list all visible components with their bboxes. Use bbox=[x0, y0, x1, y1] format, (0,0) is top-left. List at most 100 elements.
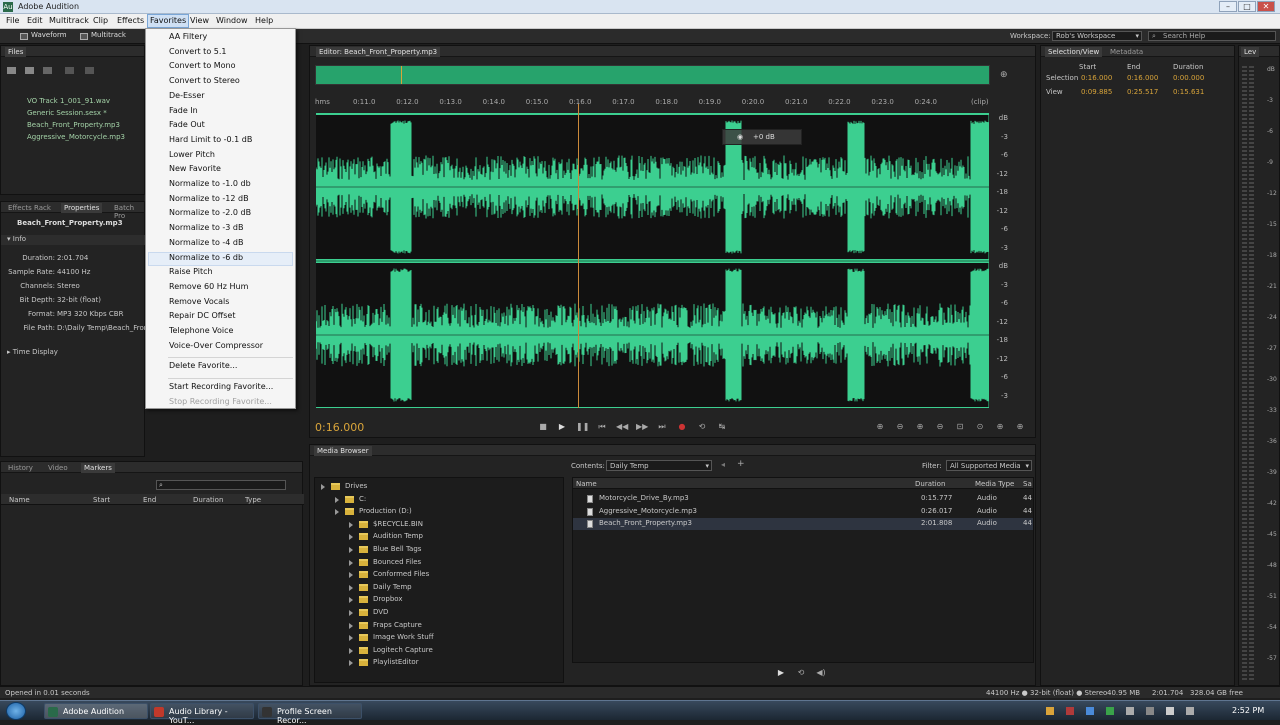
fast-forward-icon[interactable]: ▶▶ bbox=[636, 422, 648, 432]
expand-triangle-icon[interactable] bbox=[349, 572, 353, 579]
tab-media-browser[interactable]: Media Browser bbox=[314, 446, 372, 456]
expand-triangle-icon[interactable] bbox=[335, 509, 339, 516]
tab-files[interactable]: Files bbox=[5, 47, 27, 57]
expand-triangle-icon[interactable] bbox=[349, 521, 353, 528]
col-name[interactable]: Name bbox=[9, 496, 30, 504]
expand-triangle-icon[interactable] bbox=[349, 647, 353, 654]
menu-item-voice-over-compressor[interactable]: Voice-Over Compressor bbox=[169, 341, 263, 350]
tray-app-icon[interactable] bbox=[1066, 707, 1074, 715]
loop-icon[interactable]: ⟲ bbox=[696, 422, 708, 432]
tab-editor[interactable]: Editor: Beach_Front_Property.mp3 bbox=[316, 47, 441, 57]
menu-item-normalize-to-3-db[interactable]: Normalize to -3 dB bbox=[169, 223, 244, 232]
time-display-section[interactable]: ▸ Time Display bbox=[7, 348, 58, 356]
contents-dropdown[interactable]: Daily Temp ▾ bbox=[606, 460, 712, 471]
view-duration[interactable]: 0:15.631 bbox=[1173, 88, 1204, 96]
expand-triangle-icon[interactable] bbox=[349, 597, 353, 604]
selection-duration[interactable]: 0:00.000 bbox=[1173, 74, 1204, 82]
loop-icon[interactable]: ⟲ bbox=[795, 668, 807, 678]
folder-tree-item[interactable]: C: bbox=[359, 495, 366, 503]
skip-forward-icon[interactable]: ⏭ bbox=[656, 422, 668, 432]
menu-edit[interactable]: Edit bbox=[25, 16, 45, 25]
tab-levels[interactable]: Lev bbox=[1241, 47, 1260, 57]
menu-item-convert-to-stereo[interactable]: Convert to Stereo bbox=[169, 76, 240, 85]
zoom-in-amplitude-icon[interactable]: ⊕ bbox=[874, 422, 886, 432]
menu-favorites[interactable]: Favorites bbox=[147, 14, 190, 28]
zoom-out-amplitude-icon[interactable]: ⊖ bbox=[894, 422, 906, 432]
add-shortcut-icon[interactable]: + bbox=[737, 459, 745, 469]
folder-tree-item[interactable]: DVD bbox=[373, 608, 388, 616]
menu-item-delete-favorite[interactable]: Delete Favorite... bbox=[169, 361, 237, 370]
folder-tree-item[interactable]: $RECYCLE.BIN bbox=[373, 520, 423, 528]
menu-item-repair-dc-offset[interactable]: Repair DC Offset bbox=[169, 311, 235, 320]
menu-item-normalize-to-1-0-db[interactable]: Normalize to -1.0 db bbox=[169, 179, 251, 188]
menu-item-normalize-to-12-db[interactable]: Normalize to -12 dB bbox=[169, 194, 249, 203]
menu-file[interactable]: File bbox=[4, 16, 21, 25]
search-help-input[interactable]: ⌕ Search Help bbox=[1148, 31, 1276, 41]
waveform-display[interactable]: ◉ +0 dB bbox=[316, 112, 989, 408]
playhead[interactable] bbox=[578, 104, 579, 408]
time-ruler[interactable]: hms 0:11.0 0:12.0 0:13.0 0:14.0 0:15.0 0:16.0 0… bbox=[313, 97, 1003, 109]
filter-dropdown[interactable]: All Supported Media ▾ bbox=[946, 460, 1032, 471]
expand-triangle-icon[interactable] bbox=[349, 559, 353, 566]
expand-triangle-icon[interactable] bbox=[349, 534, 353, 541]
expand-triangle-icon[interactable] bbox=[349, 610, 353, 616]
multitrack-button[interactable]: Multitrack bbox=[78, 31, 126, 42]
menu-item-normalize-to-6-db[interactable]: Normalize to -6 db bbox=[169, 253, 243, 262]
media-file-row[interactable]: Beach_Front_Property.mp3 2:01.808 Audio 44 bbox=[573, 518, 1033, 531]
file-item[interactable]: VO Track 1_001_91.wav bbox=[27, 97, 110, 105]
col-name[interactable]: Name bbox=[576, 480, 597, 488]
expand-triangle-icon[interactable] bbox=[349, 547, 353, 553]
folder-tree-item[interactable]: Fraps Capture bbox=[373, 621, 422, 629]
overview-bar[interactable] bbox=[315, 65, 990, 85]
zoom-selection-icon[interactable]: ⊙ bbox=[974, 422, 986, 432]
tray-app-icon[interactable] bbox=[1126, 707, 1134, 715]
col-duration[interactable]: Duration bbox=[193, 496, 223, 504]
tab-video[interactable]: Video bbox=[45, 463, 71, 473]
minimize-button[interactable]: – bbox=[1219, 1, 1237, 12]
skip-selection-icon[interactable]: ↹ bbox=[716, 422, 728, 432]
zoom-out-time-icon[interactable]: ⊖ bbox=[934, 422, 946, 432]
media-file-row[interactable]: Aggressive_Motorcycle.mp3 0:26.017 Audio 44 bbox=[573, 506, 1033, 518]
menu-window[interactable]: Window bbox=[214, 16, 250, 25]
col-type[interactable]: Type bbox=[245, 496, 261, 504]
menu-item-fade-in[interactable]: Fade In bbox=[169, 106, 198, 115]
new-file-icon[interactable] bbox=[43, 67, 52, 74]
zoom-in-time-icon[interactable]: ⊕ bbox=[914, 422, 926, 432]
waveform-button[interactable]: Waveform bbox=[18, 31, 67, 42]
tray-app-icon[interactable] bbox=[1086, 707, 1094, 715]
volume-hud[interactable]: ◉ +0 dB bbox=[722, 129, 802, 145]
menu-item-telephone-voice[interactable]: Telephone Voice bbox=[169, 326, 233, 335]
flag-icon[interactable] bbox=[1186, 707, 1194, 715]
folder-tree-item[interactable]: Production (D:) bbox=[359, 507, 412, 515]
back-icon[interactable]: ◂ bbox=[721, 460, 725, 469]
menu-item-hard-limit-to-0-1-db[interactable]: Hard Limit to -0.1 dB bbox=[169, 135, 252, 144]
rewind-icon[interactable]: ◀◀ bbox=[616, 422, 628, 432]
tab-properties[interactable]: Properties bbox=[61, 203, 103, 213]
expand-triangle-icon[interactable] bbox=[349, 635, 353, 642]
pause-icon[interactable]: ❚❚ bbox=[576, 422, 589, 432]
file-item[interactable]: Beach_Front_Property.mp3 bbox=[27, 121, 120, 129]
col-sample-rate[interactable]: Sa bbox=[1023, 480, 1032, 488]
taskbar-browser[interactable]: Audio Library - YouT... bbox=[150, 703, 254, 725]
taskbar-audition[interactable]: Adobe Audition bbox=[44, 703, 148, 719]
menu-item-convert-to-mono[interactable]: Convert to Mono bbox=[169, 61, 236, 70]
volume-icon[interactable]: ◀) bbox=[815, 668, 827, 678]
media-file-row[interactable]: Motorcycle_Drive_By.mp3 0:15.777 Audio 44 bbox=[573, 493, 1033, 505]
open-file-icon[interactable] bbox=[7, 67, 16, 74]
current-time-display[interactable]: 0:16.000 bbox=[315, 421, 364, 434]
skip-back-icon[interactable]: ⏮ bbox=[596, 422, 608, 432]
save-icon[interactable] bbox=[65, 67, 74, 74]
folder-tree-item[interactable]: Conformed Files bbox=[373, 570, 429, 578]
info-section-header[interactable]: ▾ Info bbox=[1, 235, 145, 245]
col-duration[interactable]: Duration bbox=[915, 480, 945, 488]
selection-start[interactable]: 0:16.000 bbox=[1081, 74, 1112, 82]
stop-icon[interactable]: ■ bbox=[537, 422, 549, 432]
close-button[interactable]: ✕ bbox=[1257, 1, 1275, 12]
selection-end[interactable]: 0:16.000 bbox=[1127, 74, 1158, 82]
folder-tree-item[interactable]: Image Work Stuff bbox=[373, 633, 434, 641]
maximize-button[interactable]: □ bbox=[1238, 1, 1256, 12]
expand-triangle-icon[interactable] bbox=[335, 496, 339, 503]
folder-tree-item[interactable]: Audition Temp bbox=[373, 532, 423, 540]
col-end[interactable]: End bbox=[143, 496, 156, 504]
network-icon[interactable] bbox=[1146, 707, 1154, 715]
